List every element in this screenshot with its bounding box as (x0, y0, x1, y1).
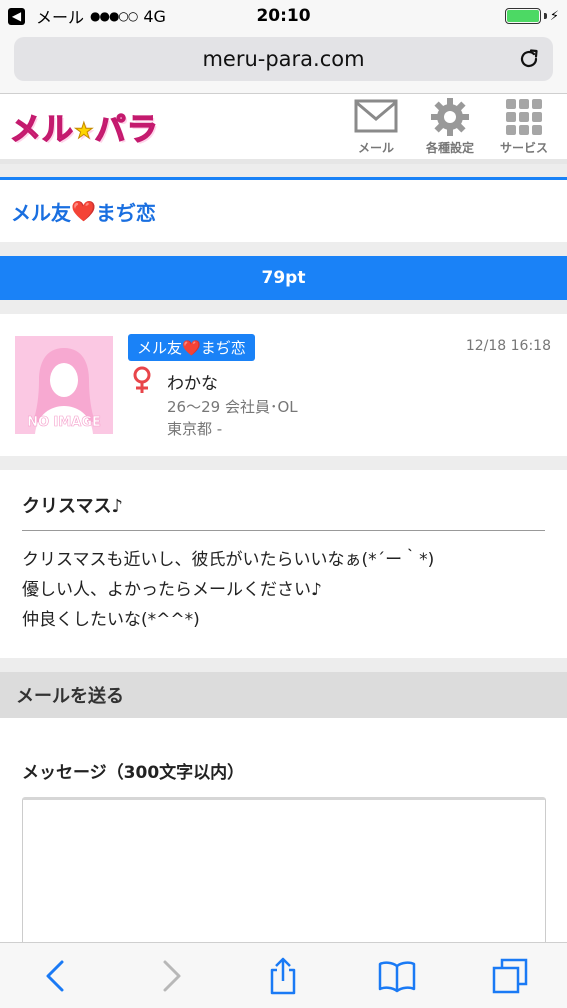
post-content: クリスマス♪ クリスマスも近いし、彼氏がいたらいいなぁ(*´ー｀*) 優しい人、… (0, 470, 567, 658)
signal-strength: ●●●○○ (90, 9, 138, 23)
charging-icon: ⚡ (549, 8, 559, 24)
address-bar[interactable]: meru-para.com (14, 37, 553, 81)
site-header: メル★パラ メール 各種設定 サービス (0, 94, 567, 164)
share-button[interactable] (258, 951, 308, 1001)
tag-heart-icon: ❤️ (182, 339, 201, 357)
board-title-left: メル友 (11, 200, 71, 225)
no-image-avatar-icon: NO IMAGE (15, 336, 113, 434)
points-bar: 79pt (0, 256, 567, 300)
female-icon (133, 366, 151, 393)
mail-icon (354, 99, 398, 133)
tag-left: メル友 (137, 339, 183, 357)
back-to-app-icon[interactable]: ◀ (8, 7, 25, 25)
post-title: クリスマス♪ (22, 492, 545, 531)
share-icon (271, 957, 296, 994)
nav-settings-button[interactable]: 各種設定 (417, 97, 483, 156)
profile-age-job: 26〜29 会社員･OL (167, 398, 298, 416)
category-tag: メル友❤️まぢ恋 (128, 334, 255, 361)
chevron-left-icon (46, 960, 64, 991)
network-type: 4G (143, 6, 166, 26)
nav-mail-label: メール (357, 141, 394, 155)
url-text[interactable]: meru-para.com (202, 47, 364, 71)
profile-card[interactable]: NO IMAGE メル友❤️まぢ恋 12/18 16:18 わかな 26〜29 … (0, 314, 567, 456)
profile-name: わかな (167, 374, 218, 394)
tabs-button[interactable] (485, 951, 535, 1001)
logo-star-icon: ★ (74, 119, 95, 145)
gear-icon (431, 98, 469, 136)
post-datetime: 12/18 16:18 (465, 338, 551, 354)
site-logo[interactable]: メル★パラ (9, 104, 159, 149)
board-title: メル友 ❤️ まぢ恋 (0, 180, 567, 242)
battery-indicator: ⚡ (504, 8, 559, 24)
book-icon (378, 960, 416, 992)
tabs-icon (493, 958, 528, 993)
send-mail-title: メールを送る (16, 686, 124, 707)
header-nav: メール 各種設定 サービス (343, 97, 557, 156)
board-title-right: まぢ恋 (95, 200, 156, 225)
nav-services-button[interactable]: サービス (491, 97, 557, 156)
post-line: 優しい人、よかったらメールください♪ (22, 580, 322, 600)
send-mail-header: メールを送る (0, 672, 567, 718)
points-value: 79pt (261, 268, 306, 288)
avatar-placeholder-text: NO IMAGE (27, 415, 101, 430)
profile-location: 東京都 - (167, 420, 223, 438)
post-line: 仲良くしたいな(*^^*) (22, 610, 200, 630)
nav-settings-label: 各種設定 (425, 141, 474, 155)
nav-mail-button[interactable]: メール (343, 97, 409, 156)
browser-chrome: meru-para.com (0, 32, 567, 94)
tag-right: まぢ恋 (200, 339, 246, 357)
logo-text-right: パラ (94, 111, 159, 149)
post-body: クリスマスも近いし、彼氏がいたらいいなぁ(*´ー｀*) 優しい人、よかったらメー… (22, 545, 545, 635)
chevron-right-icon (163, 960, 181, 991)
back-button[interactable] (32, 951, 82, 1001)
heart-icon: ❤️ (71, 199, 96, 223)
grid-icon (506, 99, 542, 135)
message-input[interactable] (22, 797, 546, 957)
avatar[interactable]: NO IMAGE (15, 336, 113, 434)
battery-icon (504, 8, 541, 24)
forward-button[interactable] (145, 951, 195, 1001)
browser-toolbar (0, 942, 567, 1008)
bookmarks-button[interactable] (372, 951, 422, 1001)
reload-icon[interactable] (517, 47, 541, 71)
post-line: クリスマスも近いし、彼氏がいたらいいなぁ(*´ー｀*) (22, 550, 435, 570)
back-app-label[interactable]: メール (36, 4, 84, 28)
nav-services-label: サービス (499, 141, 548, 155)
status-left: ◀ メール ●●●○○ 4G (8, 4, 166, 28)
message-label: メッセージ（300文字以内） (22, 763, 245, 783)
logo-text-left: メル (9, 111, 74, 149)
status-bar: ◀ メール ●●●○○ 4G 20:10 ⚡ (0, 0, 567, 32)
